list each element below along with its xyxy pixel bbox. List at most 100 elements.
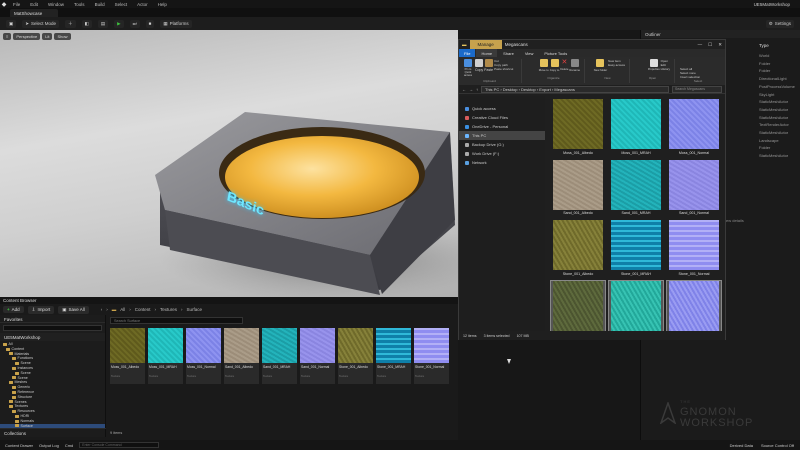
file-item[interactable]: Sand_001_Normal: [667, 159, 721, 215]
outliner-type[interactable]: Folder: [759, 144, 795, 152]
console-command-input[interactable]: Enter Console Command: [79, 442, 160, 448]
paste-button[interactable]: Paste: [484, 59, 493, 72]
ribbon-tab-file[interactable]: File: [459, 49, 476, 57]
forward-arrow-icon[interactable]: ›: [106, 307, 108, 312]
minimize-icon[interactable]: —: [698, 42, 703, 48]
asset-tile[interactable]: Sand_001_Normal Texture: [300, 328, 335, 384]
collections-header[interactable]: Collections: [0, 428, 106, 437]
save-icon[interactable]: ▣: [6, 19, 17, 28]
nav-creative-cloud[interactable]: Creative Cloud Files: [459, 113, 545, 122]
file-item-selected[interactable]: Stone_002_Albedo: [550, 279, 606, 337]
nav-this-pc[interactable]: This PC: [459, 131, 545, 140]
skip-icon[interactable]: ⏭: [129, 19, 140, 28]
menu-select[interactable]: Select: [110, 2, 133, 7]
outliner-type[interactable]: StaticMeshActor: [759, 129, 795, 137]
file-item[interactable]: Stone_001_MRAH: [609, 220, 663, 276]
asset-tile[interactable]: Moss_001_Normal Texture: [186, 328, 221, 384]
nav-backup-drive[interactable]: Backup Drive (G:): [459, 140, 545, 149]
import-button[interactable]: ⇩ Import: [27, 305, 55, 314]
ribbon-tab-share[interactable]: Share: [498, 49, 519, 57]
new-folder-button[interactable]: New folder: [594, 59, 607, 72]
rename-button[interactable]: Rename: [569, 59, 580, 72]
outliner-type[interactable]: PostProcessVolume: [759, 83, 795, 91]
file-item[interactable]: Sand_001_Albedo: [551, 159, 605, 215]
crumb-content[interactable]: Content: [135, 307, 151, 312]
history-button[interactable]: History: [661, 67, 670, 71]
crumb-textures[interactable]: Textures: [160, 307, 177, 312]
nav-work-drive[interactable]: Work Drive (F:): [459, 149, 545, 158]
back-arrow-icon[interactable]: ←: [462, 87, 466, 92]
outliner-type[interactable]: Folder: [759, 60, 795, 68]
menu-file[interactable]: File: [8, 2, 25, 7]
file-item-selected[interactable]: Stone_002_MRAH: [608, 279, 664, 337]
file-item[interactable]: Moss_001_Albedo: [551, 99, 605, 155]
sources-search-input[interactable]: [3, 325, 102, 331]
favorites-header[interactable]: Favorites: [0, 315, 105, 323]
outliner-type[interactable]: StaticMeshActor: [759, 106, 795, 114]
crumb-export[interactable]: Export: [539, 87, 551, 92]
output-log-button[interactable]: Output Log: [39, 443, 59, 448]
crumb-desktop[interactable]: Desktop: [503, 87, 518, 92]
crumb-megascans[interactable]: Megascans: [554, 87, 574, 92]
platforms-button[interactable]: ▦ Platforms: [160, 19, 192, 28]
back-arrow-icon[interactable]: ‹: [101, 307, 103, 312]
content-browser-tab[interactable]: Content Browser: [0, 297, 458, 304]
explorer-search-input[interactable]: Search Megascans: [672, 85, 722, 93]
level-viewport[interactable]: ≡ Perspective Lit Show Basic: [0, 30, 458, 297]
easy-access-button[interactable]: Easy access: [608, 63, 625, 67]
outliner-type[interactable]: SkyLight: [759, 91, 795, 99]
outliner-type[interactable]: StaticMeshActor: [759, 98, 795, 106]
outliner-type[interactable]: Folder: [759, 67, 795, 75]
crumb-this-pc[interactable]: This PC: [485, 87, 499, 92]
outliner-type[interactable]: TextRenderActor: [759, 121, 795, 129]
menu-build[interactable]: Build: [90, 2, 110, 7]
save-all-button[interactable]: ▣ Save All: [58, 305, 89, 314]
outliner-type[interactable]: DirectionalLight: [759, 75, 795, 83]
move-to-button[interactable]: Move to: [539, 59, 549, 72]
add-actor-icon[interactable]: ＋: [65, 19, 76, 28]
forward-arrow-icon[interactable]: →: [469, 87, 473, 92]
copy-to-button[interactable]: Copy to: [550, 59, 559, 72]
manage-tab[interactable]: Manage: [469, 40, 502, 49]
pin-quick-access-button[interactable]: Pin to Quick access: [462, 59, 474, 77]
outliner-type[interactable]: Landscape: [759, 137, 795, 145]
maximize-icon[interactable]: ☐: [708, 42, 712, 48]
properties-button[interactable]: Properties: [648, 59, 660, 71]
source-control-button[interactable]: Source Control Off: [761, 443, 794, 448]
ribbon-tab-view[interactable]: View: [520, 49, 539, 57]
asset-tile[interactable]: Moss_001_MRAH Texture: [148, 328, 183, 384]
copy-button[interactable]: Copy: [475, 59, 483, 72]
file-item[interactable]: Moss_001_MRAH: [609, 99, 663, 155]
menu-edit[interactable]: Edit: [25, 2, 43, 7]
nav-onedrive[interactable]: OneDrive - Personal: [459, 122, 545, 131]
crumb-all[interactable]: All: [120, 307, 125, 312]
crumb-desktop-2[interactable]: Desktop: [521, 87, 536, 92]
blueprint-icon[interactable]: ◧: [81, 19, 92, 28]
outliner-type[interactable]: World: [759, 52, 795, 60]
outliner-type[interactable]: StaticMeshActor: [759, 152, 795, 160]
asset-tile[interactable]: Stone_001_Albedo Texture: [338, 328, 373, 384]
file-item[interactable]: Stone_001_Albedo: [551, 220, 605, 276]
content-drawer-button[interactable]: Content Drawer: [5, 443, 33, 448]
asset-tile[interactable]: Sand_001_MRAH Texture: [262, 328, 297, 384]
file-item[interactable]: Stone_001_Normal: [667, 220, 721, 276]
unreal-logo-icon[interactable]: ◆: [0, 0, 8, 8]
up-arrow-icon[interactable]: ↑: [476, 87, 478, 92]
showcase-mesh[interactable]: [0, 30, 458, 297]
menu-actor[interactable]: Actor: [132, 2, 153, 7]
asset-tile[interactable]: Stone_001_Normal Texture: [414, 328, 449, 384]
ribbon-tab-picture-tools[interactable]: Picture Tools: [539, 49, 572, 57]
stop-icon[interactable]: ■: [145, 19, 155, 28]
play-icon[interactable]: ▶: [114, 19, 124, 28]
level-tab[interactable]: MatShowcase: [10, 9, 58, 17]
nav-quick-access[interactable]: Quick access: [459, 104, 545, 113]
project-header[interactable]: UE5MatWorkshop: [0, 333, 105, 341]
file-item-selected[interactable]: Stone_002_Normal: [666, 279, 722, 337]
crumb-surface[interactable]: Surface: [187, 307, 203, 312]
asset-tile[interactable]: Sand_001_Albedo Texture: [224, 328, 259, 384]
delete-button[interactable]: ✕ Delete: [560, 59, 568, 71]
cmd-dropdown[interactable]: Cmd: [65, 443, 73, 448]
outliner-type[interactable]: StaticMeshActor: [759, 114, 795, 122]
asset-tile[interactable]: Moss_001_Albedo Texture: [110, 328, 145, 384]
address-bar[interactable]: This PC › Desktop › Desktop › Export › M…: [481, 85, 669, 93]
